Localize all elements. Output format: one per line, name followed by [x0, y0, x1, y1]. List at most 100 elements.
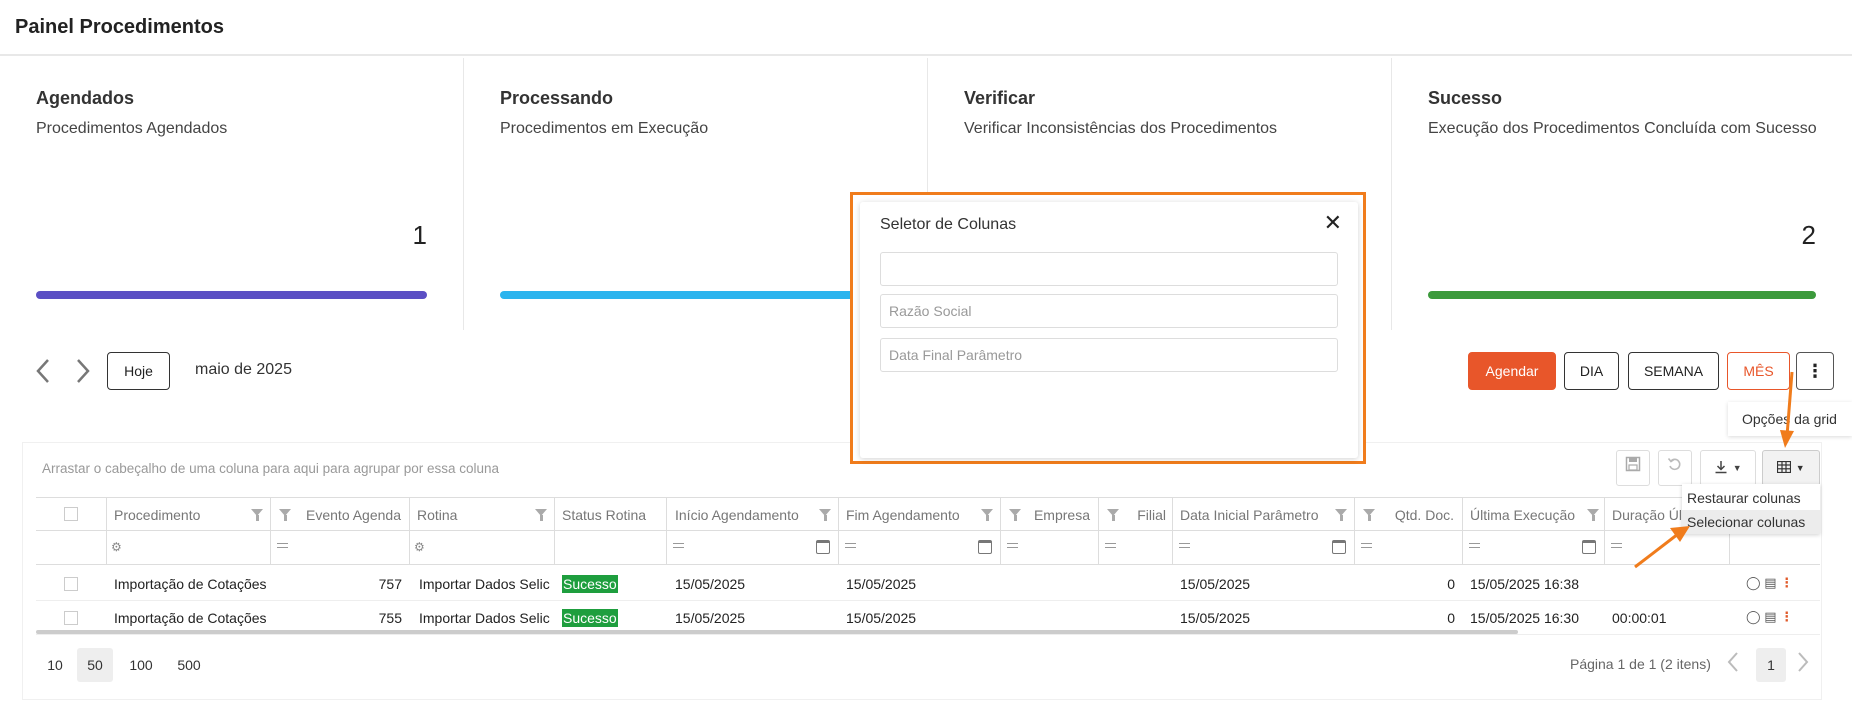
horizontal-scrollbar[interactable] — [36, 630, 1518, 634]
filter-cell-evento[interactable] — [271, 531, 410, 565]
filter-cell-status[interactable] — [555, 531, 667, 565]
column-item[interactable]: Data Final Parâmetro — [880, 338, 1338, 372]
page-header: Painel Procedimentos — [0, 0, 1852, 56]
filter-cell-actions — [1730, 531, 1820, 565]
filter-icon[interactable] — [1363, 509, 1375, 521]
select-all-checkbox[interactable] — [64, 507, 78, 521]
check-circle-icon[interactable]: ◯ — [1746, 575, 1761, 590]
status-badge: Sucesso — [562, 575, 618, 593]
annotation-arrow-icon — [1634, 526, 1690, 569]
today-button[interactable]: Hoje — [107, 352, 170, 390]
card-progress-bar — [500, 291, 891, 299]
close-icon[interactable]: ✕ — [1324, 210, 1342, 236]
filter-icon[interactable] — [1009, 509, 1021, 521]
cell-procedimento: Importação de Cotações — [114, 576, 267, 592]
page-size-50[interactable]: 50 — [77, 648, 113, 682]
filter-cell-rotina[interactable]: ⚙ — [410, 531, 555, 565]
card-subtitle: Execução dos Procedimentos Concluída com… — [1428, 120, 1817, 137]
lookup-icon: ⚙ — [414, 540, 425, 554]
column-selector-dialog: Seletor de Colunas ✕ Razão Social Data F… — [860, 202, 1358, 458]
column-label: Fim Agendamento — [846, 507, 960, 523]
column-header-evento-agenda[interactable]: Evento Agenda — [271, 498, 410, 532]
filter-icon[interactable] — [535, 509, 547, 521]
column-chooser-button[interactable]: ▼ — [1762, 450, 1820, 486]
calendar-icon[interactable] — [1582, 540, 1596, 554]
export-button[interactable]: ▼ — [1700, 450, 1756, 486]
cell-duracao: 00:00:01 — [1612, 610, 1667, 626]
column-header-data-inicial-parametro[interactable]: Data Inicial Parâmetro — [1173, 498, 1355, 532]
table-columns-icon — [1777, 460, 1795, 477]
row-checkbox[interactable] — [64, 577, 78, 591]
check-circle-icon[interactable]: ◯ — [1746, 609, 1761, 624]
row-more-icon[interactable]: ⋮ — [1780, 575, 1793, 590]
filter-cell-inicio[interactable] — [667, 531, 839, 565]
filter-cell-fim[interactable] — [839, 531, 1001, 565]
page-number-current[interactable]: 1 — [1756, 648, 1786, 682]
column-header-filial[interactable]: Filial — [1099, 498, 1173, 532]
cell-inicio: 15/05/2025 — [675, 576, 746, 592]
column-header-qtd-doc[interactable]: Qtd. Doc. — [1355, 498, 1463, 532]
column-label: Última Execução — [1470, 507, 1576, 523]
save-icon[interactable] — [1616, 450, 1650, 486]
column-header-inicio-agendamento[interactable]: Início Agendamento — [667, 498, 839, 532]
card-agendados[interactable]: Agendados Procedimentos Agendados 1 — [0, 58, 464, 330]
page-info: Página 1 de 1 (2 itens) — [1570, 656, 1711, 672]
day-view-button[interactable]: DIA — [1564, 352, 1619, 390]
chevron-right-icon[interactable] — [74, 356, 96, 386]
filter-icon[interactable] — [251, 509, 263, 521]
kebab-vertical-icon[interactable]: ⋮ — [1796, 352, 1834, 390]
prev-page-icon[interactable] — [1726, 650, 1740, 679]
column-header-procedimento[interactable]: Procedimento — [107, 498, 271, 532]
page-size-100[interactable]: 100 — [124, 648, 158, 682]
filter-cell-procedimento[interactable]: ⚙ — [107, 531, 271, 565]
restore-columns-item[interactable]: Restaurar colunas — [1682, 486, 1820, 510]
equals-icon — [845, 543, 856, 548]
column-header-ultima-execucao[interactable]: Última Execução — [1463, 498, 1605, 532]
calendar-icon[interactable] — [1332, 540, 1346, 554]
equals-icon — [1007, 543, 1018, 548]
status-badge: Sucesso — [562, 609, 618, 627]
page-size-500[interactable]: 500 — [172, 648, 206, 682]
page-size-10[interactable]: 10 — [42, 648, 68, 682]
book-icon[interactable]: ▤ — [1764, 575, 1776, 590]
filter-cell-ultima[interactable] — [1463, 531, 1605, 565]
filter-cell-qtd[interactable] — [1355, 531, 1463, 565]
row-more-icon[interactable]: ⋮ — [1780, 609, 1793, 624]
cell-data-inicial: 15/05/2025 — [1180, 576, 1251, 592]
filter-icon[interactable] — [819, 509, 831, 521]
column-item[interactable]: Razão Social — [880, 294, 1338, 328]
filter-cell-data-inicial[interactable] — [1173, 531, 1355, 565]
column-header-status-rotina[interactable]: Status Rotina — [555, 498, 667, 532]
filter-icon[interactable] — [279, 509, 291, 521]
column-header-rotina[interactable]: Rotina — [410, 498, 555, 532]
filter-icon[interactable] — [1335, 509, 1347, 521]
grid-filter-row: ⚙ ⚙ — [36, 531, 1820, 565]
next-page-icon[interactable] — [1796, 650, 1810, 679]
card-subtitle: Procedimentos em Execução — [500, 120, 709, 137]
filter-icon[interactable] — [1587, 509, 1599, 521]
cell-fim: 15/05/2025 — [846, 576, 917, 592]
card-sucesso[interactable]: Sucesso Execução dos Procedimentos Concl… — [1392, 58, 1852, 330]
chevron-left-icon[interactable] — [34, 356, 56, 386]
week-view-button[interactable]: SEMANA — [1628, 352, 1719, 390]
calendar-icon[interactable] — [816, 540, 830, 554]
select-columns-item[interactable]: Selecionar colunas — [1682, 510, 1820, 534]
select-all-header — [36, 498, 107, 532]
row-checkbox[interactable] — [64, 611, 78, 625]
filter-cell-empresa[interactable] — [1001, 531, 1099, 565]
book-icon[interactable]: ▤ — [1764, 609, 1776, 624]
filter-icon[interactable] — [1107, 509, 1119, 521]
filter-icon[interactable] — [981, 509, 993, 521]
cell-ultima: 15/05/2025 16:38 — [1470, 576, 1579, 592]
column-header-empresa[interactable]: Empresa — [1001, 498, 1099, 532]
schedule-button[interactable]: Agendar — [1468, 352, 1556, 390]
caret-down-icon: ▼ — [1732, 463, 1742, 473]
column-header-fim-agendamento[interactable]: Fim Agendamento — [839, 498, 1001, 532]
calendar-icon[interactable] — [978, 540, 992, 554]
column-label: Procedimento — [114, 507, 201, 523]
filter-cell-filial[interactable] — [1099, 531, 1173, 565]
equals-icon — [277, 543, 288, 548]
column-item[interactable] — [880, 252, 1338, 286]
undo-icon[interactable] — [1658, 450, 1692, 486]
table-row[interactable]: Importação de Cotações 757 Importar Dado… — [36, 567, 1820, 601]
